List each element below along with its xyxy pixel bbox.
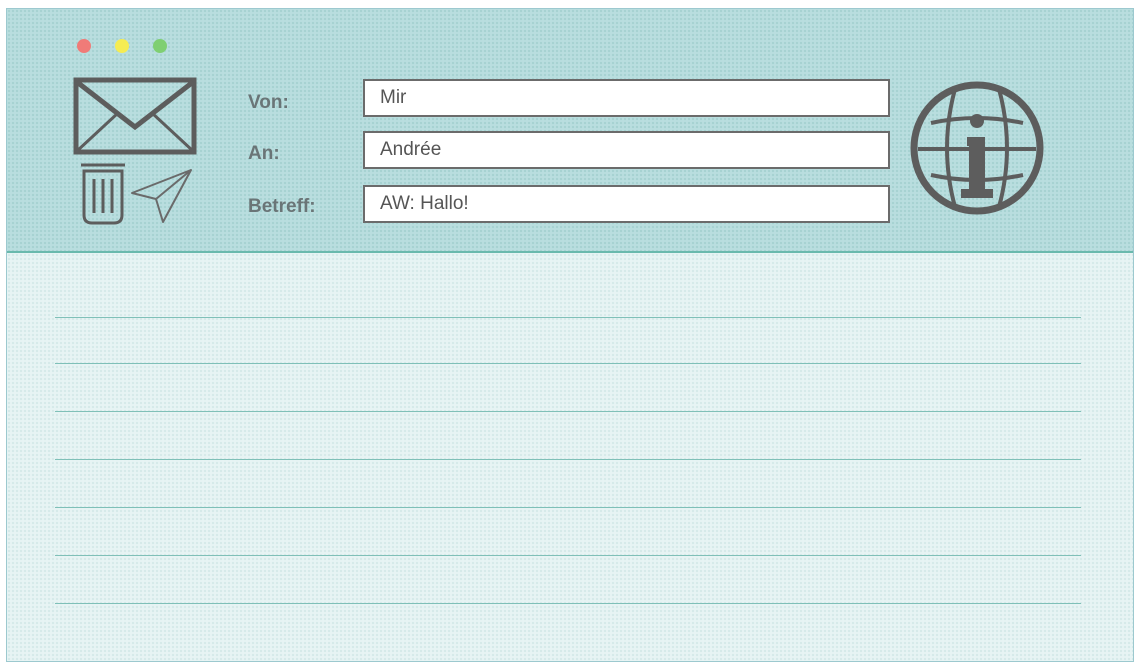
trash-icon[interactable] — [77, 163, 129, 225]
mail-icon[interactable] — [73, 77, 197, 155]
from-field[interactable] — [363, 79, 890, 117]
to-field[interactable] — [363, 131, 890, 169]
ruled-line — [55, 317, 1081, 318]
close-window-button[interactable] — [77, 39, 91, 53]
ruled-line — [55, 603, 1081, 604]
globe-info-icon[interactable] — [909, 77, 1045, 219]
mail-compose-window: Von: An: Betreff: — [6, 8, 1134, 662]
ruled-line — [55, 363, 1081, 364]
ruled-line — [55, 459, 1081, 460]
to-label: An: — [248, 143, 280, 164]
subject-label: Betreff: — [248, 196, 316, 217]
subject-field[interactable] — [363, 185, 890, 223]
message-body[interactable] — [7, 253, 1133, 661]
zoom-window-button[interactable] — [153, 39, 167, 53]
ruled-line — [55, 555, 1081, 556]
ruled-line — [55, 507, 1081, 508]
window-controls — [77, 39, 167, 53]
minimize-window-button[interactable] — [115, 39, 129, 53]
from-label: Von: — [248, 92, 289, 113]
compose-header: Von: An: Betreff: — [7, 9, 1133, 253]
ruled-line — [55, 411, 1081, 412]
send-icon[interactable] — [129, 167, 195, 225]
